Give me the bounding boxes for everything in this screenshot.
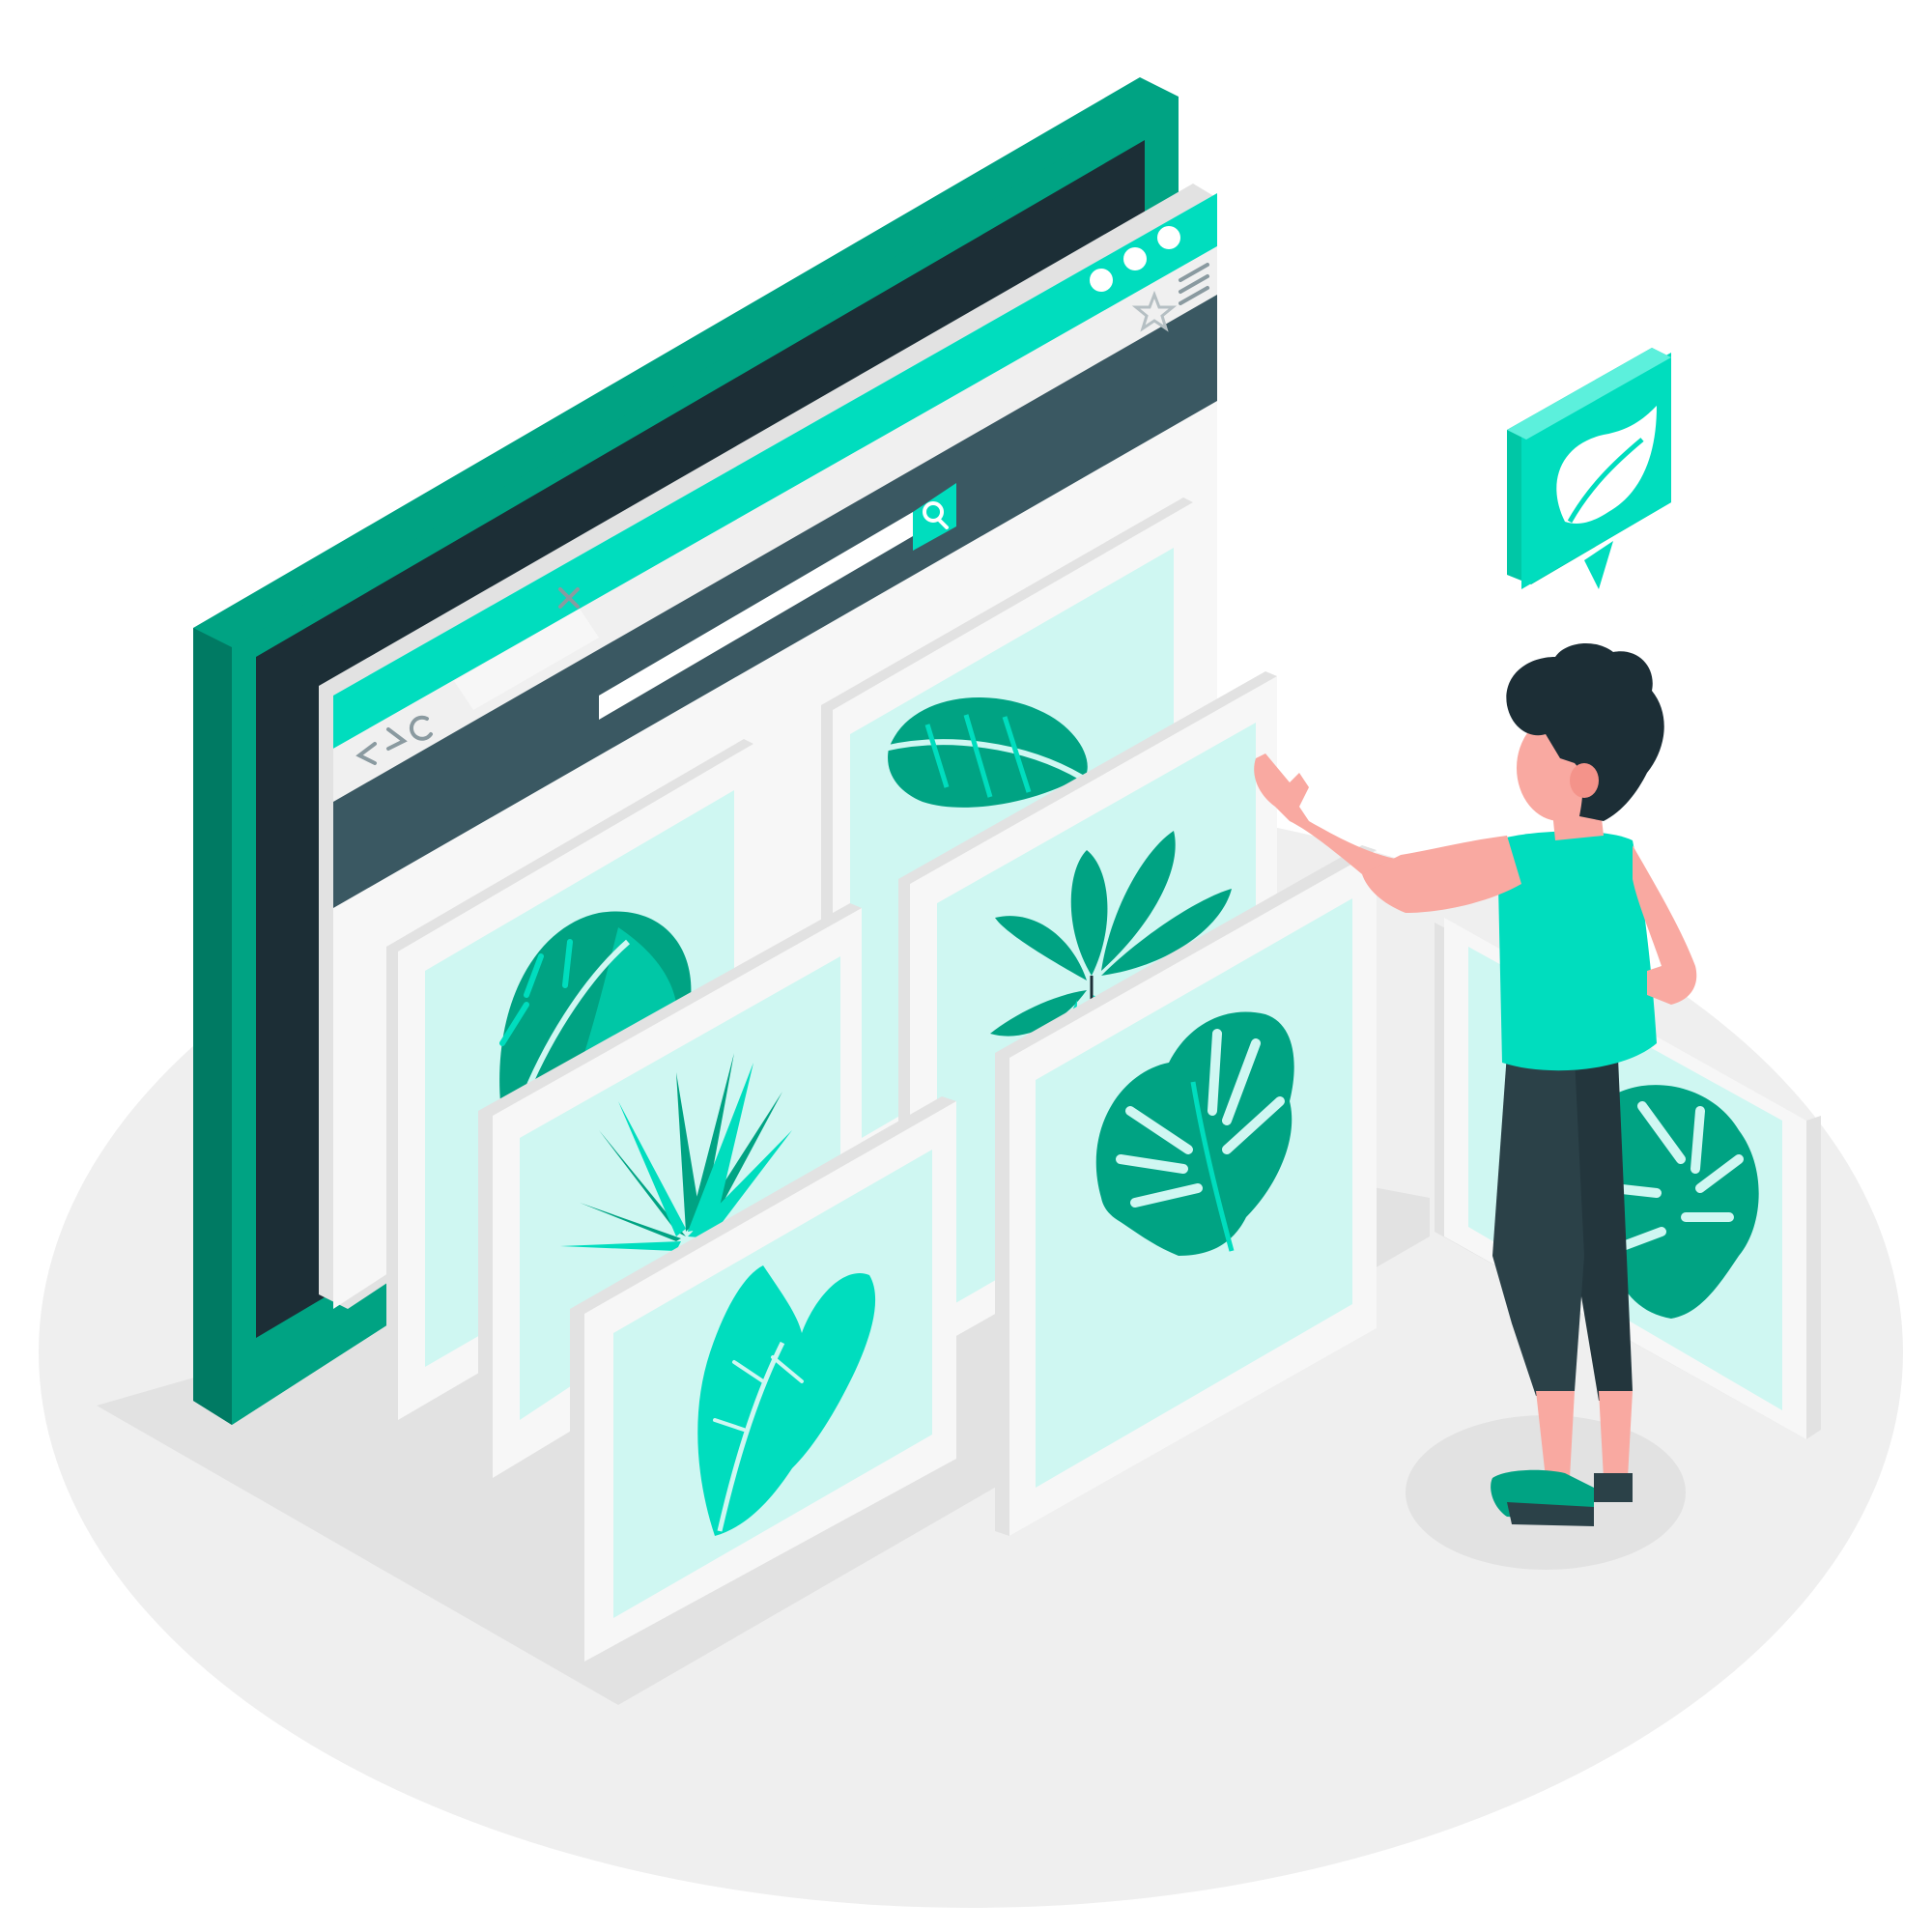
plant-gallery-illustration (39, 77, 1903, 1908)
window-dot-icon[interactable] (1123, 247, 1147, 270)
leaf-badge (1507, 348, 1671, 589)
window-dot-icon[interactable] (1090, 269, 1113, 292)
window-dot-icon[interactable] (1157, 226, 1180, 249)
